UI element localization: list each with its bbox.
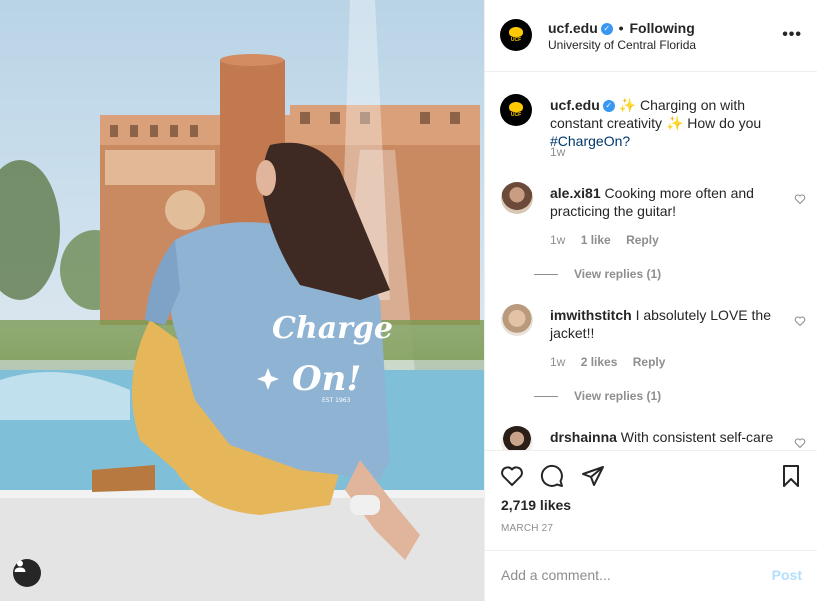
comment-likes[interactable]: 2 likes	[581, 355, 618, 369]
reply-button[interactable]: Reply	[633, 355, 666, 369]
comment-username[interactable]: imwithstitch	[550, 307, 632, 323]
avatar-text: UCF	[510, 112, 522, 118]
view-replies-button[interactable]: View replies (1)	[534, 267, 662, 281]
comment-bubble-icon[interactable]	[540, 464, 564, 488]
comment-text: imwithstitch I absolutely LOVE the jacke…	[550, 306, 782, 342]
comment-age[interactable]: 1w	[550, 233, 565, 247]
jacket-small-text: EST 1963	[322, 397, 351, 404]
following-button[interactable]: Following	[629, 20, 694, 36]
post-header: UCF ucf.edu ✓ • Following University of C…	[485, 0, 817, 72]
view-replies-button[interactable]: View replies (1)	[534, 389, 662, 403]
location-link[interactable]: University of Central Florida	[548, 38, 696, 52]
comment-text: ale.xi81 Cooking more often and practici…	[550, 184, 782, 220]
verified-badge-icon: ✓	[602, 100, 615, 113]
caption-username[interactable]: ucf.edu	[550, 97, 600, 113]
view-replies-label: View replies (1)	[574, 267, 662, 281]
comment-avatar[interactable]	[501, 304, 533, 336]
like-comment-heart-icon[interactable]	[794, 315, 806, 327]
post-photo[interactable]: Charge On! EST 1963	[0, 0, 484, 601]
comment-body: With consistent self-care	[620, 429, 774, 445]
post-detail-panel: UCF ucf.edu ✓ • Following University of C…	[484, 0, 817, 601]
verified-badge-icon: ✓	[600, 23, 613, 36]
photo-illustration: Charge On! EST 1963	[0, 0, 484, 601]
header-username[interactable]: ucf.edu	[548, 20, 598, 36]
caption-meta: 1w	[550, 145, 577, 159]
comment-likes[interactable]: 1 like	[581, 233, 611, 247]
post-date[interactable]: MARCH 27	[501, 523, 553, 534]
user-icon	[14, 560, 26, 572]
comment-username[interactable]: drshainna	[550, 429, 617, 445]
comment-age[interactable]: 1w	[550, 355, 565, 369]
sparkles-icon: ✨	[665, 115, 684, 131]
like-heart-icon[interactable]	[500, 464, 524, 488]
save-bookmark-icon[interactable]	[779, 464, 803, 488]
divider-line	[534, 396, 558, 398]
ucf-logo-icon	[509, 102, 523, 112]
post-comment-button[interactable]: Post	[772, 567, 802, 583]
jacket-text-charge: Charge	[272, 311, 393, 346]
comment-text: drshainna With consistent self-care	[550, 428, 782, 446]
header-separator: •	[618, 20, 624, 36]
tagged-user-button[interactable]	[13, 559, 41, 587]
more-options-button[interactable]: •••	[782, 26, 802, 44]
comment-username[interactable]: ale.xi81	[550, 185, 601, 201]
comment-meta: 1w 1 like Reply	[550, 233, 671, 247]
share-send-icon[interactable]	[581, 464, 605, 488]
reply-button[interactable]: Reply	[626, 233, 659, 247]
comment-input[interactable]	[501, 563, 751, 587]
header-user-line: ucf.edu ✓ • Following	[548, 20, 695, 36]
caption-text: ucf.edu ✓ ✨ Charging on with constant cre…	[550, 96, 782, 150]
caption-age[interactable]: 1w	[550, 145, 565, 159]
post-actions: 2,719 likes MARCH 27	[485, 450, 817, 550]
caption-avatar[interactable]: UCF	[500, 94, 532, 126]
divider-line	[534, 274, 558, 276]
comments-list[interactable]: UCF ucf.edu ✓ ✨ Charging on with constant…	[485, 72, 817, 450]
ucf-logo-icon	[509, 27, 523, 37]
sparkles-icon: ✨	[618, 97, 637, 113]
likes-count[interactable]: 2,719 likes	[501, 497, 571, 513]
comment-avatar[interactable]	[501, 182, 533, 214]
avatar-text: UCF	[510, 37, 522, 43]
add-comment-bar: Post	[485, 550, 817, 601]
jacket-text-on: On!	[292, 359, 361, 399]
comment-meta: 1w 2 likes Reply	[550, 355, 677, 369]
caption-text-after: How do you	[687, 115, 762, 131]
avatar[interactable]: UCF	[500, 19, 532, 51]
like-comment-heart-icon[interactable]	[794, 193, 806, 205]
view-replies-label: View replies (1)	[574, 389, 662, 403]
comment-avatar[interactable]	[501, 426, 533, 450]
like-comment-heart-icon[interactable]	[794, 437, 806, 449]
